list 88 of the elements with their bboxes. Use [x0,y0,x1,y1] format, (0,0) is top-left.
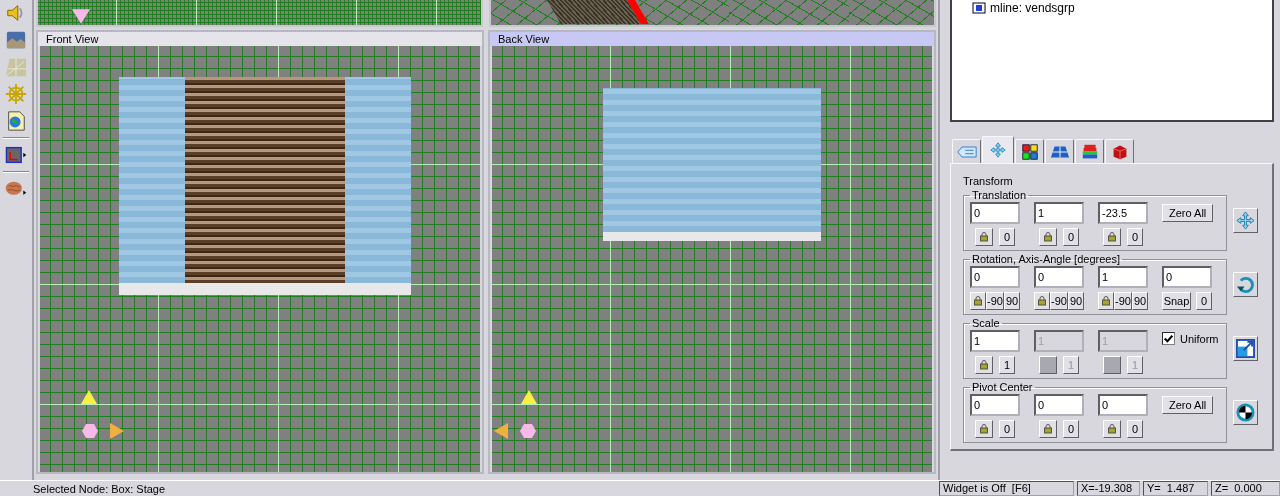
mode-button[interactable] [1233,207,1258,233]
value-button[interactable]: -90 [1114,292,1132,310]
value-button[interactable]: 0 [1127,228,1143,246]
viewport-title[interactable]: Back View [490,32,934,46]
z-coordinate: Z= 0.000 [1211,481,1280,496]
value-button[interactable]: -90 [1050,292,1068,310]
tag-icon [956,143,977,160]
scale-icon [1236,338,1255,358]
axes-menu-icon[interactable] [5,144,27,166]
checkbox[interactable] [1162,332,1175,345]
group-title: Pivot Center [971,381,1034,393]
group-title: Translation [971,189,1027,201]
lock-button[interactable] [975,356,993,374]
checkbox-label: Uniform [1180,332,1219,345]
widget-status: Widget is Off [F6] [939,481,1074,496]
number-field[interactable]: 0 [1098,394,1148,416]
tag-tab[interactable] [952,139,981,163]
rotate-icon [1236,274,1255,294]
check-icon [1163,333,1174,344]
move-icon [988,142,1008,158]
landscape-icon[interactable] [5,29,27,51]
lock-button[interactable] [1039,420,1057,438]
lock-icon [1107,232,1117,242]
move-tab[interactable] [982,136,1014,163]
mode-button[interactable] [1233,271,1258,297]
value-button[interactable]: Snap [1162,292,1191,310]
lock-button[interactable] [1098,292,1114,310]
mode-button[interactable] [1233,335,1258,361]
number-field[interactable]: 0 [1162,266,1212,288]
number-field[interactable]: 0 [970,266,1020,288]
viewport-title[interactable]: Front View [38,32,482,46]
lock-icon [1101,296,1111,306]
value-button[interactable]: 90 [1004,292,1020,310]
number-field[interactable]: 1 [970,330,1020,352]
plane-tab[interactable] [1045,139,1074,163]
value-button[interactable]: 0 [1063,228,1079,246]
group-title: Rotation, Axis-Angle [degrees] [971,253,1121,265]
tree-item[interactable]: mline: vendsgrp [990,1,1075,15]
move-icon [1236,210,1255,230]
globe-document-icon[interactable] [5,110,27,132]
lock-icon [979,232,989,242]
lock-button[interactable] [1039,228,1057,246]
lock-icon [1107,424,1117,434]
view-marker [72,9,90,24]
value-button[interactable]: 90 [1068,292,1084,310]
value-button[interactable]: 0 [999,420,1015,438]
number-field[interactable]: 0 [1034,266,1084,288]
lock-icon [973,296,983,306]
status-text: Selected Node: Box: Stage [32,482,167,495]
lock-icon [979,424,989,434]
value-button[interactable]: 0 [999,228,1015,246]
lock-button[interactable] [1034,292,1050,310]
cube-tab[interactable] [1105,139,1134,163]
y-coordinate: Y= 1.487 [1143,481,1208,496]
lock-button[interactable] [1103,228,1121,246]
pivot-icon [1236,402,1255,422]
value-button[interactable]: 0 [1127,420,1143,438]
number-field[interactable]: -23.5 [1098,202,1148,224]
lock-button[interactable] [970,292,986,310]
colors-tab[interactable] [1015,139,1044,163]
group-title: Scale [971,317,1001,329]
mode-button[interactable] [1233,399,1258,425]
lock-button[interactable] [1103,420,1121,438]
value-button[interactable]: 0 [1063,420,1079,438]
number-field[interactable]: 0 [970,202,1020,224]
lock-icon [1043,424,1053,434]
lock-button[interactable] [975,228,993,246]
lock-icon [979,360,989,370]
top-viewport[interactable] [36,0,483,27]
value-button[interactable]: -90 [986,292,1004,310]
lock-icon [1037,296,1047,306]
viewport-canvas[interactable] [40,46,480,472]
value-button[interactable]: 0 [1196,292,1212,310]
lock-button[interactable] [975,420,993,438]
layers-tab[interactable] [1075,139,1104,163]
number-field[interactable]: 0 [970,394,1020,416]
x-coordinate: X=-19.308 [1077,481,1140,496]
value-button[interactable]: 90 [1132,292,1148,310]
value-button[interactable]: 1 [999,356,1015,374]
zero-all-button[interactable]: Zero All [1162,396,1214,414]
number-field[interactable]: 1 [1098,266,1148,288]
lock-icon [1043,232,1053,242]
number-field[interactable]: 1 [1034,202,1084,224]
section-title: Transform [963,175,1014,187]
number-field[interactable]: 0 [1034,394,1084,416]
zero-all-button[interactable]: Zero All [1162,204,1214,222]
perspective-viewport[interactable] [489,0,936,27]
color-grid-icon [1019,143,1040,160]
